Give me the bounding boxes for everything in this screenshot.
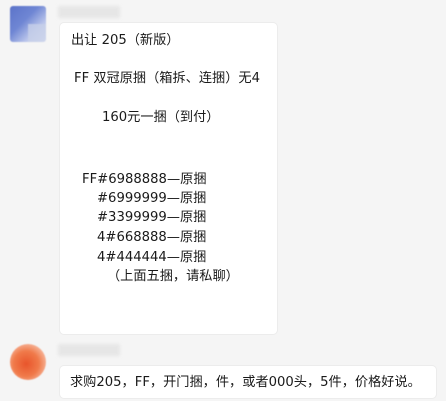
message-line: FF 双冠原捆（箱拆、连捆）无4: [74, 71, 261, 86]
message-bubble[interactable]: 求购205，FF，开门捆，件，或者000头，5件，价格好说。: [60, 366, 436, 398]
message-line: #6999999—原捆: [97, 191, 207, 206]
message-line: 4#668888—原捆: [97, 230, 207, 245]
sender-name-blurred: [58, 6, 120, 18]
sender-avatar[interactable]: [10, 344, 46, 380]
message-line: 160元一捆（到付）: [102, 110, 220, 125]
sender-avatar[interactable]: [10, 6, 46, 42]
message-line: （上面五捆，请私聊）: [107, 269, 239, 284]
message-bubble[interactable]: 出让 205（新版） FF 双冠原捆（箱拆、连捆）无4 160元一捆（到付） F…: [60, 23, 277, 334]
message-line: 求购205，FF，开门捆，件，或者000头，5件，价格好说。: [70, 375, 421, 390]
message-line: #3399999—原捆: [97, 210, 207, 225]
message-line: 出让 205（新版）: [71, 33, 180, 48]
sender-name-blurred: [58, 344, 120, 356]
message-line: FF#6988888—原捆: [82, 172, 207, 187]
message-line: 4#444444—原捆: [97, 250, 207, 265]
